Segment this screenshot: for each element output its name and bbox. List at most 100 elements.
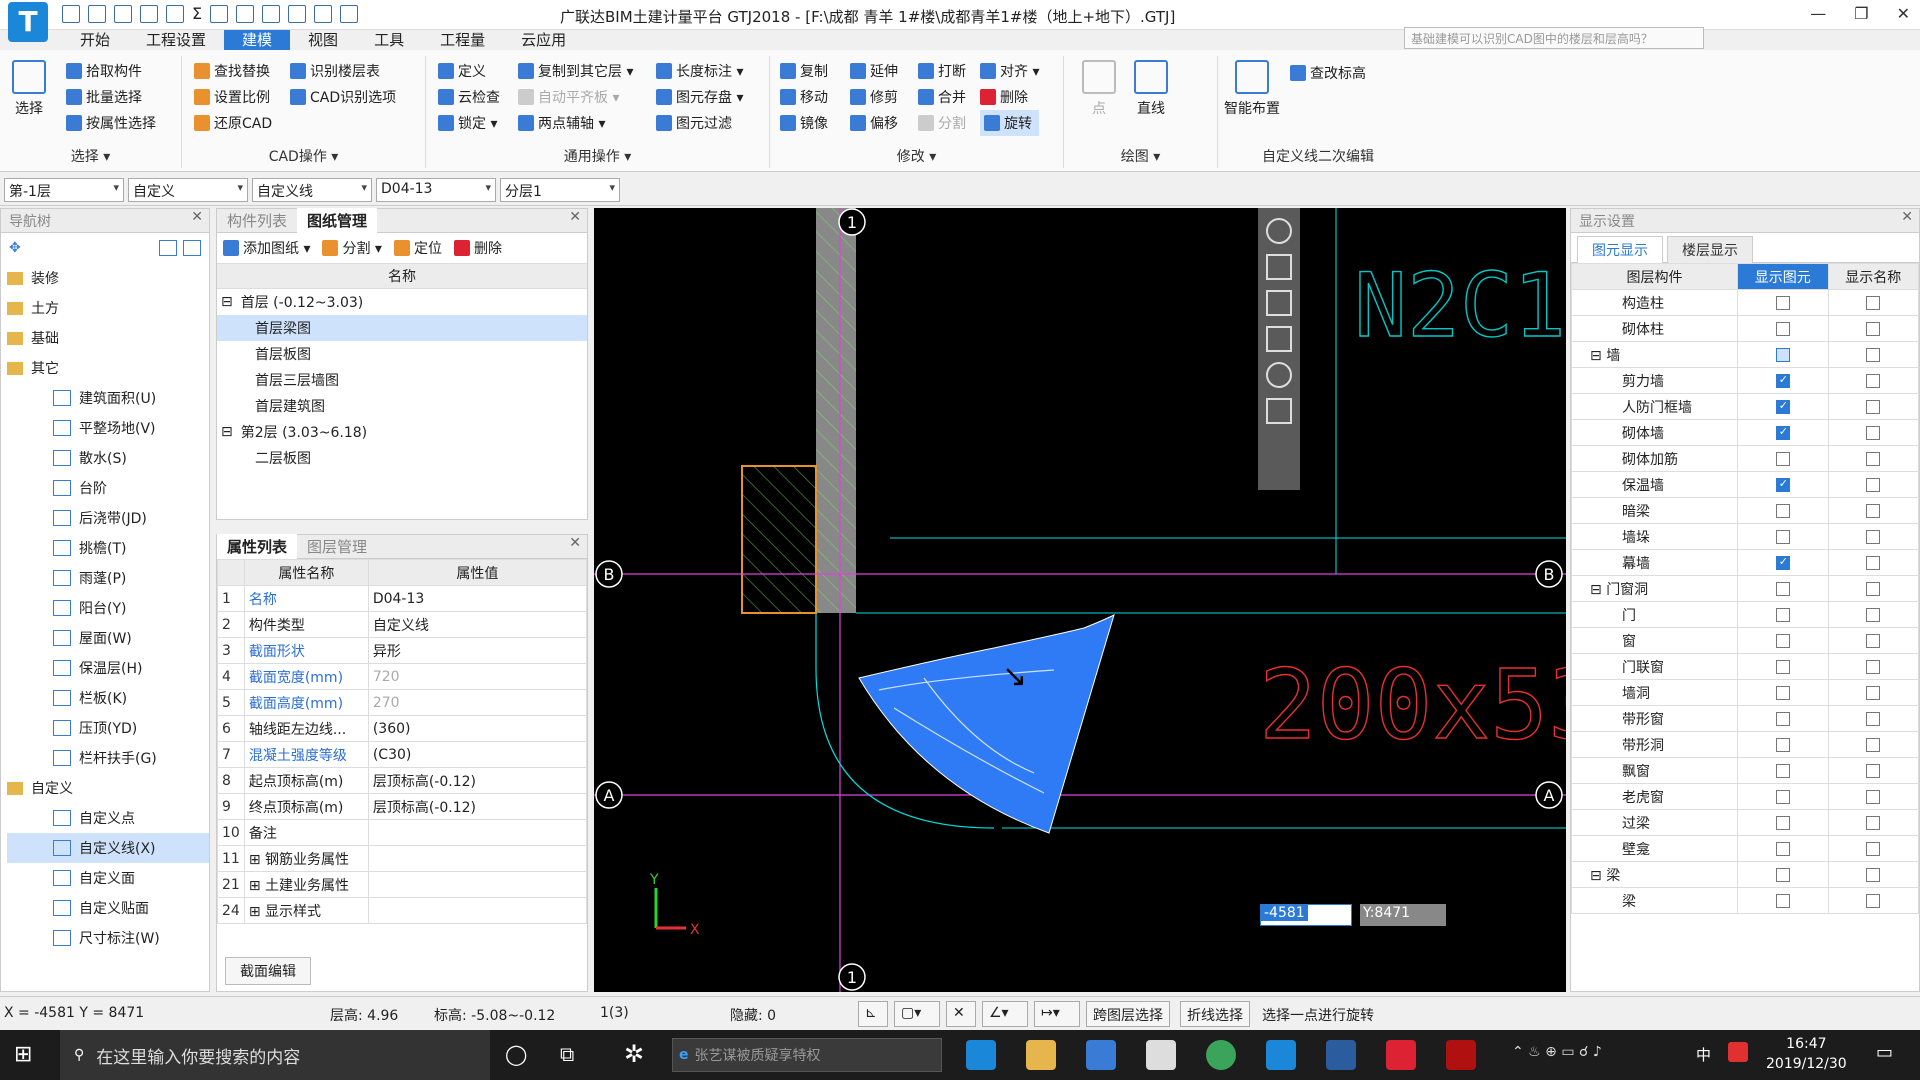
show-element-checkbox[interactable] bbox=[1775, 347, 1790, 362]
nav-item[interactable]: 雨蓬(P) bbox=[7, 563, 209, 593]
move-button[interactable]: 移动 bbox=[780, 84, 828, 110]
view-icon[interactable] bbox=[262, 4, 281, 23]
show-name-checkbox[interactable] bbox=[1866, 581, 1881, 596]
tab-modeling[interactable]: 建模 bbox=[224, 30, 291, 50]
tab-floor-display[interactable]: 楼层显示 bbox=[1667, 236, 1753, 263]
file-explorer-icon[interactable] bbox=[1026, 1040, 1056, 1070]
tab-component-list[interactable]: 构件列表 bbox=[217, 208, 297, 233]
show-element-checkbox[interactable] bbox=[1775, 321, 1790, 336]
show-element-checkbox[interactable] bbox=[1775, 399, 1790, 414]
property-row[interactable]: 8 起点顶标高(m) 层顶标高(-0.12) bbox=[217, 767, 588, 794]
maximize-button[interactable]: ❐ bbox=[1854, 4, 1868, 23]
show-name-checkbox[interactable] bbox=[1866, 841, 1881, 856]
show-element-checkbox[interactable] bbox=[1775, 867, 1790, 882]
nav-item[interactable]: 台阶 bbox=[7, 473, 209, 503]
tab-drawing-management[interactable]: 图纸管理 bbox=[297, 208, 378, 233]
nav-item[interactable]: 保温层(H) bbox=[7, 653, 209, 683]
close-icon[interactable]: ✕ bbox=[191, 209, 203, 225]
show-element-checkbox[interactable] bbox=[1775, 659, 1790, 674]
lock-button[interactable]: 锁定 ▾ bbox=[438, 110, 500, 136]
line-button[interactable]: 直线 bbox=[1134, 60, 1168, 118]
taskbar-search[interactable]: ⚲ 在这里输入你要搜索的内容 bbox=[60, 1030, 490, 1080]
show-name-checkbox[interactable] bbox=[1866, 633, 1881, 648]
property-row[interactable]: 7 混凝土强度等级 (C30) bbox=[217, 741, 588, 768]
show-name-checkbox[interactable] bbox=[1866, 789, 1881, 804]
calc-icon[interactable] bbox=[236, 4, 255, 23]
dynamic-input-toggle[interactable]: ↦▾ bbox=[1034, 1001, 1080, 1027]
store-icon[interactable] bbox=[1086, 1040, 1116, 1070]
select-button[interactable]: 选择 bbox=[12, 60, 46, 118]
show-name-checkbox[interactable] bbox=[1866, 607, 1881, 622]
show-element-checkbox[interactable] bbox=[1775, 763, 1790, 778]
property-row[interactable]: 2 构件类型 自定义线 bbox=[217, 611, 588, 638]
show-name-checkbox[interactable] bbox=[1866, 659, 1881, 674]
batch-select-button[interactable]: 批量选择 bbox=[66, 84, 156, 110]
property-value[interactable]: 自定义线 bbox=[367, 611, 588, 638]
ortho-toggle[interactable]: ⊾ bbox=[858, 1001, 888, 1027]
property-row[interactable]: 4 截面宽度(mm) 720 bbox=[217, 663, 588, 690]
property-value[interactable] bbox=[367, 897, 588, 924]
show-name-checkbox[interactable] bbox=[1866, 867, 1881, 882]
drawing-item[interactable]: 首层三层墙图 bbox=[217, 367, 587, 393]
offset-button[interactable]: 偏移 bbox=[850, 110, 898, 136]
property-value[interactable]: 层顶标高(-0.12) bbox=[367, 793, 588, 820]
show-element-checkbox[interactable] bbox=[1775, 737, 1790, 752]
merge-button[interactable]: 合并 bbox=[918, 84, 966, 110]
split-button[interactable]: 分割 bbox=[918, 110, 966, 136]
define-button[interactable]: 定义 bbox=[438, 58, 500, 84]
grid-view-icon[interactable] bbox=[1266, 398, 1292, 424]
show-element-checkbox[interactable] bbox=[1775, 555, 1790, 570]
show-element-checkbox[interactable] bbox=[1775, 633, 1790, 648]
tab-project-settings[interactable]: 工程设置 bbox=[128, 30, 224, 50]
notification-icon[interactable]: ▭ bbox=[1876, 1042, 1893, 1063]
cloud-check-button[interactable]: 云检查 bbox=[438, 84, 500, 110]
nav-item[interactable]: 阳台(Y) bbox=[7, 593, 209, 623]
open-file-icon[interactable] bbox=[88, 4, 106, 23]
tray-icons[interactable]: ⌃ ♨ ⊕ ▭ ☌ ♪ bbox=[1512, 1044, 1602, 1060]
nav-folder[interactable]: 基础 bbox=[7, 323, 209, 353]
copy-button[interactable]: 复制 bbox=[780, 58, 828, 84]
show-name-checkbox[interactable] bbox=[1866, 893, 1881, 908]
category-select[interactable]: 自定义 bbox=[128, 178, 248, 202]
nav-item[interactable]: 尺寸标注(W) bbox=[7, 923, 209, 953]
nav-item[interactable]: 压顶(YD) bbox=[7, 713, 209, 743]
nav-item[interactable]: 自定义点 bbox=[7, 803, 209, 833]
property-row[interactable]: 5 截面高度(mm) 270 bbox=[217, 689, 588, 716]
align-button[interactable]: 对齐 ▾ bbox=[980, 58, 1039, 84]
show-element-checkbox[interactable] bbox=[1775, 685, 1790, 700]
nav-folder[interactable]: 其它 bbox=[7, 353, 209, 383]
tab-quantities[interactable]: 工程量 bbox=[422, 30, 503, 50]
pick-component-button[interactable]: 拾取构件 bbox=[66, 58, 156, 84]
property-row[interactable]: 21 ⊞ 土建业务属性 bbox=[217, 871, 588, 898]
view-box-icon[interactable] bbox=[1266, 326, 1292, 352]
drawing-group[interactable]: ⊟ 第2层 (3.03~6.18) bbox=[217, 419, 587, 445]
minimize-button[interactable]: — bbox=[1810, 4, 1826, 23]
tab-start[interactable]: 开始 bbox=[62, 30, 128, 50]
show-element-header[interactable]: 显示图元 bbox=[1737, 263, 1829, 290]
nav-item[interactable]: 栏板(K) bbox=[7, 683, 209, 713]
grid-bubble-a-right[interactable]: A bbox=[1535, 781, 1563, 809]
property-row[interactable]: 6 轴线距左边线... (360) bbox=[217, 715, 588, 742]
nav-folder[interactable]: 自定义 bbox=[7, 773, 209, 803]
show-name-checkbox[interactable] bbox=[1866, 763, 1881, 778]
view-3d-icon[interactable] bbox=[1266, 254, 1292, 280]
show-name-checkbox[interactable] bbox=[1866, 425, 1881, 440]
task-view-icon[interactable]: ◯ bbox=[505, 1042, 527, 1066]
split-drawing-button[interactable]: 分割 ▾ bbox=[322, 238, 382, 258]
show-element-checkbox[interactable] bbox=[1775, 607, 1790, 622]
smart-layout-button[interactable]: 智能布置 bbox=[1224, 60, 1280, 118]
floor-select[interactable]: 第-1层 bbox=[4, 178, 124, 202]
tab-layer-management[interactable]: 图层管理 bbox=[297, 534, 377, 559]
ribbon-group-label[interactable]: 选择 ▾ bbox=[0, 146, 181, 166]
cad-app-icon[interactable] bbox=[1326, 1040, 1356, 1070]
grid-bubble-1-bottom[interactable]: 1 bbox=[838, 963, 866, 991]
undo-icon[interactable] bbox=[140, 4, 158, 23]
windows-start-icon[interactable]: ⊞ bbox=[14, 1042, 32, 1067]
element-filter-button[interactable]: 图元过滤 bbox=[656, 110, 743, 136]
grid-bubble-1-top[interactable]: 1 bbox=[838, 208, 866, 236]
selected-custom-line-element[interactable] bbox=[858, 614, 1115, 834]
show-element-checkbox[interactable] bbox=[1775, 893, 1790, 908]
show-element-checkbox[interactable] bbox=[1775, 451, 1790, 466]
pinwheel-app-icon[interactable]: ✲ bbox=[624, 1040, 644, 1068]
new-file-icon[interactable] bbox=[62, 4, 80, 23]
